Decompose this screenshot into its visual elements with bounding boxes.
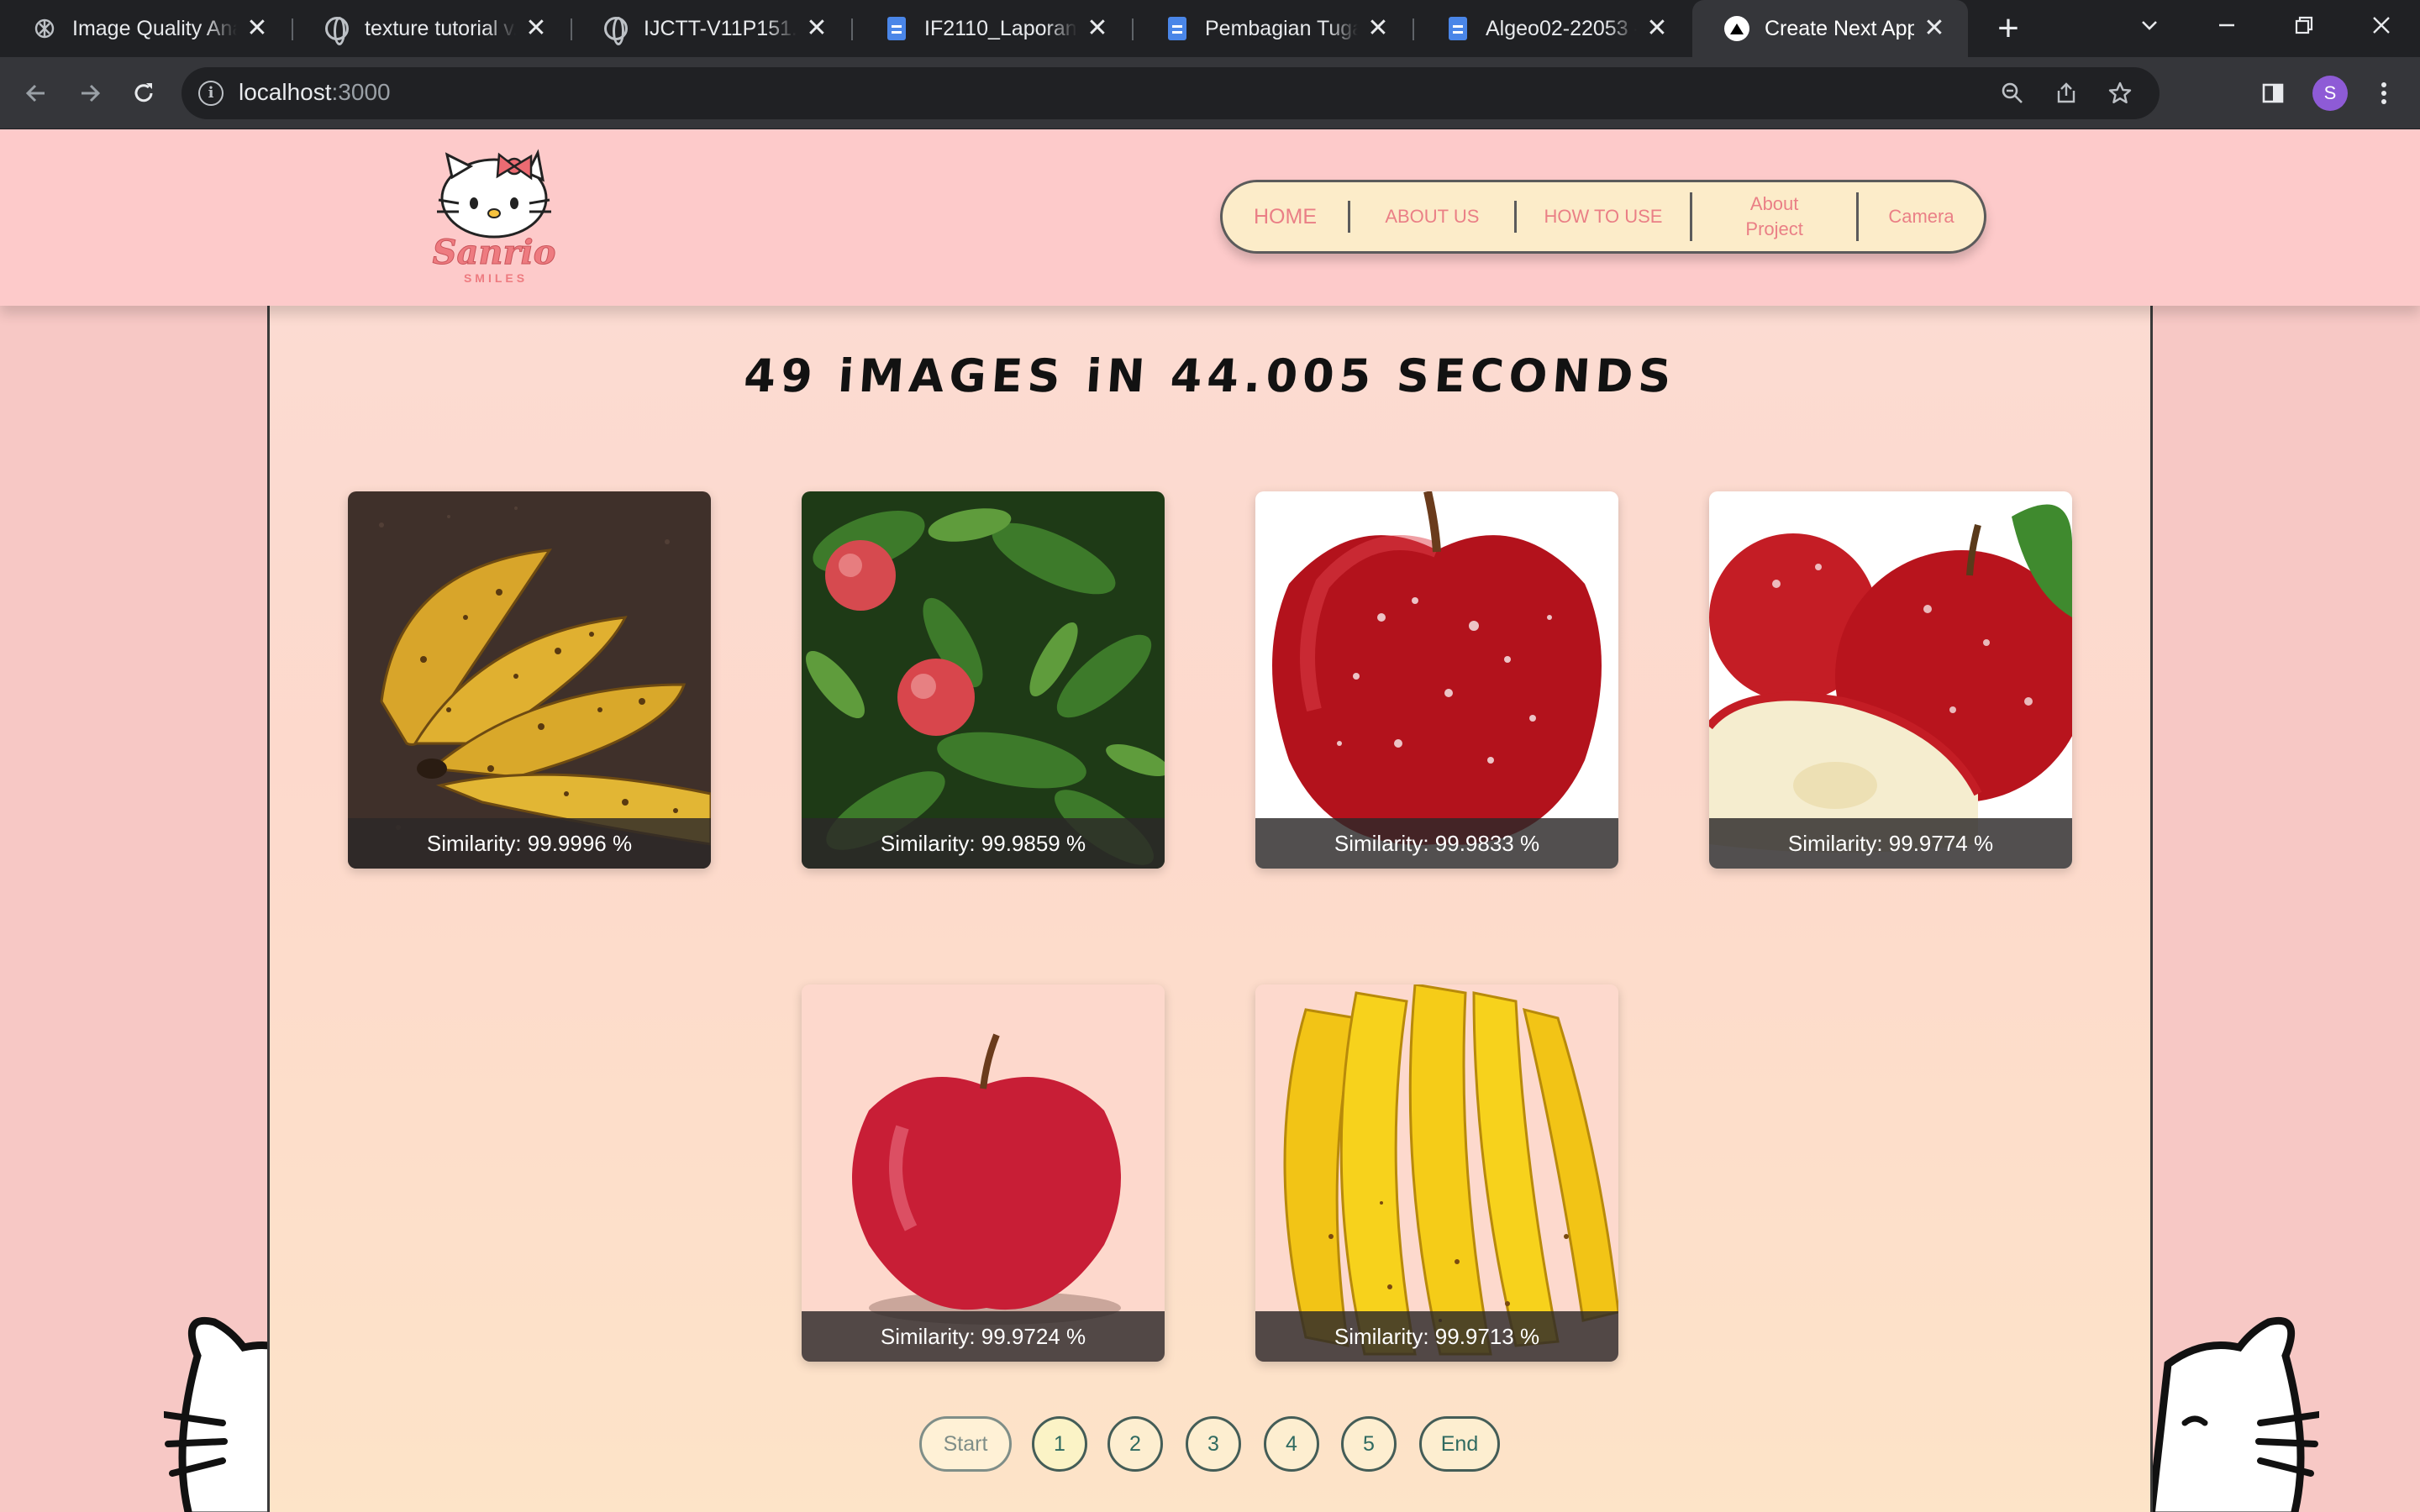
pagination-page-2[interactable]: 2	[1107, 1416, 1163, 1472]
back-arrow-icon[interactable]	[15, 72, 57, 114]
browser-tab[interactable]: Image Quality Ana ✕	[0, 0, 291, 57]
kebab-menu-icon[interactable]	[2363, 72, 2405, 114]
address-bar[interactable]: i localhost:3000	[182, 67, 2160, 119]
browser-tab-active[interactable]: Create Next App ✕	[1692, 0, 1968, 57]
nav-about-project[interactable]: About Project	[1692, 182, 1856, 251]
page-viewport: Sanrio SMILES HOME ABOUT US HOW TO USE A…	[0, 129, 2420, 1512]
close-tab-icon[interactable]: ✕	[1923, 16, 1946, 41]
similarity-caption: Similarity: 99.9724 %	[802, 1311, 1165, 1362]
browser-tab[interactable]: IF2110_LaporanTB ✕	[852, 0, 1131, 57]
result-card[interactable]: Similarity: 99.9774 %	[1709, 491, 2072, 869]
close-tab-icon[interactable]: ✕	[805, 16, 829, 41]
nav-about-us[interactable]: ABOUT US	[1350, 182, 1514, 251]
pagination-start-button[interactable]: Start	[919, 1416, 1012, 1472]
main-nav: HOME ABOUT US HOW TO USE About Project C…	[1220, 180, 1986, 254]
pagination-page-1[interactable]: 1	[1032, 1416, 1087, 1472]
tab-search-chevron-icon[interactable]	[2116, 0, 2183, 50]
result-card[interactable]: Similarity: 99.9713 %	[1255, 984, 1618, 1362]
close-tab-icon[interactable]: ✕	[1366, 16, 1390, 41]
banana-ripe-image	[348, 491, 711, 869]
minimize-icon[interactable]	[2193, 0, 2260, 50]
apple-tree-image	[802, 491, 1165, 869]
pagination-page-3[interactable]: 3	[1186, 1416, 1241, 1472]
nav-home[interactable]: HOME	[1223, 182, 1348, 251]
pagination-page-5[interactable]: 5	[1341, 1416, 1397, 1472]
result-card[interactable]: Similarity: 99.9996 %	[348, 491, 711, 869]
close-tab-icon[interactable]: ✕	[1645, 16, 1669, 41]
nextjs-icon	[1724, 16, 1749, 41]
profile-avatar[interactable]: S	[2312, 76, 2348, 111]
apple-sliced-image	[1709, 491, 2072, 869]
browser-tab[interactable]: IJCTT-V11P151.pdf ✕	[571, 0, 850, 57]
restore-icon[interactable]	[2270, 0, 2338, 50]
hello-kitty-decoration-right	[2151, 1317, 2319, 1512]
banana-bunch-image	[1255, 984, 1618, 1362]
sanrio-logo[interactable]: Sanrio SMILES	[427, 148, 561, 286]
zoom-icon[interactable]	[1996, 77, 2028, 109]
similarity-caption: Similarity: 99.9713 %	[1255, 1311, 1618, 1362]
reload-icon[interactable]	[123, 72, 165, 114]
browser-tab[interactable]: texture tutorial v. 2 ✕	[292, 0, 570, 57]
docs-icon	[884, 16, 909, 41]
apple-red-image	[1255, 491, 1618, 869]
docs-icon	[1445, 16, 1470, 41]
browser-tab[interactable]: Algeo02-22053 - C ✕	[1413, 0, 1691, 57]
nav-camera[interactable]: Camera	[1859, 182, 1984, 251]
pagination-end-button[interactable]: End	[1419, 1416, 1500, 1472]
apple-single-image	[802, 984, 1165, 1362]
side-panel-icon[interactable]	[2252, 72, 2294, 114]
nav-how-to-use[interactable]: HOW TO USE	[1517, 182, 1691, 251]
close-tab-icon[interactable]: ✕	[524, 16, 548, 41]
results-heading: 49 iMAGES iN 44.005 SECONDS	[742, 349, 1678, 402]
similarity-caption: Similarity: 99.9859 %	[802, 818, 1165, 869]
browser-tab[interactable]: Pembagian Tugas ✕	[1133, 0, 1412, 57]
similarity-caption: Similarity: 99.9833 %	[1255, 818, 1618, 869]
pagination-page-4[interactable]: 4	[1264, 1416, 1319, 1472]
result-card[interactable]: Similarity: 99.9833 %	[1255, 491, 1618, 869]
pagination: Start 1 2 3 4 5 End	[0, 1416, 2420, 1472]
forward-arrow-icon[interactable]	[69, 72, 111, 114]
docs-icon	[1165, 16, 1190, 41]
result-card[interactable]: Similarity: 99.9859 %	[802, 491, 1165, 869]
close-tab-icon[interactable]: ✕	[245, 16, 269, 41]
browser-tab-bar: Image Quality Ana ✕ texture tutorial v. …	[0, 0, 2420, 57]
site-info-icon[interactable]: i	[198, 81, 224, 106]
globe-icon	[324, 16, 350, 45]
browser-toolbar: i localhost:3000 S	[0, 57, 2420, 129]
bookmark-star-icon[interactable]	[2104, 77, 2136, 109]
close-window-icon[interactable]	[2348, 0, 2415, 50]
new-tab-button[interactable]: +	[1990, 10, 2027, 47]
svg-text:SMILES: SMILES	[464, 271, 528, 285]
share-icon[interactable]	[2050, 77, 2082, 109]
svg-text:Sanrio: Sanrio	[433, 233, 556, 272]
similarity-caption: Similarity: 99.9774 %	[1709, 818, 2072, 869]
site-header: Sanrio SMILES HOME ABOUT US HOW TO USE A…	[0, 129, 2420, 306]
openai-icon	[32, 16, 57, 41]
result-card[interactable]: Similarity: 99.9724 %	[802, 984, 1165, 1362]
globe-icon	[603, 16, 629, 45]
url-text: localhost:3000	[239, 79, 391, 105]
close-tab-icon[interactable]: ✕	[1086, 16, 1109, 41]
similarity-caption: Similarity: 99.9996 %	[348, 818, 711, 869]
